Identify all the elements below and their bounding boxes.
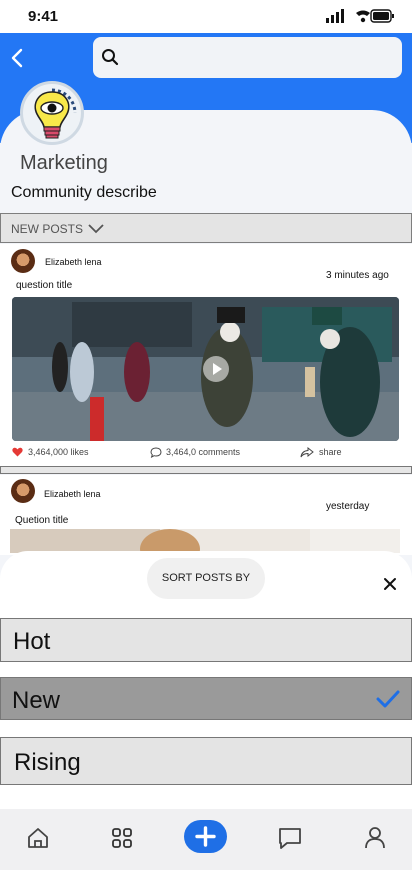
heart-icon	[12, 447, 23, 457]
likes-count: 3,464,000 likes	[28, 447, 89, 457]
sort-option-label: Rising	[14, 749, 81, 776]
create-post-button[interactable]	[184, 820, 227, 853]
share-icon	[300, 447, 314, 458]
sort-option-hot[interactable]: Hot	[0, 618, 412, 662]
status-bar: 9:41	[0, 0, 412, 33]
post-divider	[0, 466, 412, 474]
play-button[interactable]	[203, 356, 229, 382]
avatar[interactable]	[11, 249, 35, 273]
feed-filter-label: NEW POSTS	[11, 222, 84, 236]
grid-icon[interactable]	[111, 827, 133, 849]
community-name: Marketing	[20, 152, 108, 174]
post-title[interactable]: question title	[16, 280, 72, 291]
comment-icon	[150, 447, 162, 458]
sort-option-new[interactable]: New	[0, 677, 412, 720]
home-icon[interactable]	[26, 826, 50, 850]
post-title[interactable]: Quetion title	[15, 515, 68, 526]
chat-icon[interactable]	[277, 825, 303, 851]
back-button[interactable]	[8, 46, 28, 70]
post-video[interactable]	[12, 297, 399, 441]
avatar[interactable]	[11, 479, 35, 503]
community-avatar	[20, 81, 84, 145]
post-timestamp: 3 minutes ago	[326, 270, 389, 281]
chevron-down-icon	[88, 224, 104, 234]
sort-option-label: Hot	[13, 628, 51, 655]
community-description: Community describe	[11, 184, 157, 201]
post-author[interactable]: Elizabeth lena	[45, 257, 102, 267]
profile-icon[interactable]	[364, 826, 386, 850]
comments-count: 3,464,0 comments	[166, 447, 241, 457]
sort-sheet-title: SORT POSTS BY	[147, 558, 265, 599]
status-time: 9:41	[28, 8, 59, 25]
post-timestamp: yesterday	[326, 501, 370, 512]
search-icon	[102, 49, 119, 66]
lightbulb-logo-icon	[34, 88, 77, 139]
checkmark-icon	[376, 690, 400, 708]
status-icons	[326, 9, 394, 23]
close-icon[interactable]	[382, 576, 398, 592]
plus-icon	[195, 826, 216, 847]
post-author[interactable]: Elizabeth lena	[44, 489, 101, 499]
feed-filter-dropdown[interactable]: NEW POSTS	[0, 213, 412, 243]
search-input[interactable]	[93, 37, 402, 78]
photo-thumbnail-image	[10, 529, 400, 553]
post-image[interactable]	[10, 529, 400, 553]
sort-option-label: New	[12, 687, 61, 714]
share-label: share	[319, 447, 342, 457]
sort-option-rising[interactable]: Rising	[0, 737, 412, 785]
